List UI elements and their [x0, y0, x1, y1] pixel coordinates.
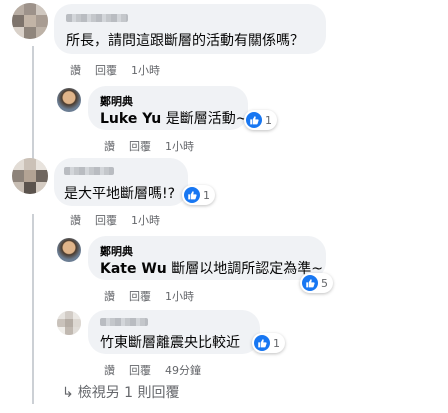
reply-link[interactable]: 回覆	[129, 364, 151, 377]
mention-tag[interactable]: Kate Wu	[100, 261, 167, 277]
view-more-label: 檢視另 1 則回覆	[77, 385, 180, 401]
view-more-replies-link[interactable]: ↳ 檢視另 1 則回覆	[62, 382, 180, 402]
comment-actions: 讚 回覆 1小時	[104, 288, 194, 304]
timestamp[interactable]: 1小時	[131, 64, 160, 77]
author-name-blurred[interactable]	[64, 167, 114, 175]
reaction-count[interactable]: 5	[300, 273, 333, 293]
comment-actions: 讚 回覆 1小時	[70, 62, 160, 78]
reply-arrow-icon: ↳	[62, 385, 74, 401]
timestamp[interactable]: 1小時	[165, 140, 194, 153]
comment-actions: 讚 回覆 1小時	[104, 138, 194, 154]
reply-bubble: 竹東斷層離震央比較近	[88, 310, 260, 354]
author-name[interactable]: 鄭明典	[100, 243, 133, 259]
comment-actions: 讚 回覆 1小時	[70, 212, 160, 228]
thread-line-1	[32, 46, 34, 164]
comment-text: 所長，請問這跟斷層的活動有關係嗎？	[66, 33, 304, 49]
like-link[interactable]: 讚	[104, 140, 115, 153]
like-link[interactable]: 讚	[70, 64, 81, 77]
avatar[interactable]	[57, 238, 81, 262]
comment-body: 斷層以地調所認定為準~	[166, 261, 323, 277]
comment-text: 是大平地斷層嗎!?	[64, 186, 176, 202]
avatar[interactable]	[57, 88, 81, 112]
like-icon	[254, 335, 270, 351]
reaction-count[interactable]: 1	[252, 333, 285, 353]
timestamp[interactable]: 1小時	[131, 214, 160, 227]
reaction-count[interactable]: 1	[182, 185, 215, 205]
reply-link[interactable]: 回覆	[129, 290, 151, 303]
comment-actions: 讚 回覆 49分鐘	[104, 362, 201, 378]
comment-text: 竹東斷層離震央比較近	[100, 335, 240, 351]
reply-link[interactable]: 回覆	[129, 140, 151, 153]
reply-link[interactable]: 回覆	[95, 64, 117, 77]
comment-bubble: 是大平地斷層嗎!?	[54, 158, 188, 206]
reaction-count[interactable]: 1	[244, 110, 277, 130]
reply-link[interactable]: 回覆	[95, 214, 117, 227]
reply-bubble: 鄭明典 Kate Wu 斷層以地調所認定為準~	[88, 236, 326, 280]
timestamp[interactable]: 49分鐘	[165, 364, 201, 377]
like-link[interactable]: 讚	[104, 364, 115, 377]
timestamp[interactable]: 1小時	[165, 290, 194, 303]
like-icon	[246, 112, 262, 128]
like-link[interactable]: 讚	[104, 290, 115, 303]
author-name-blurred[interactable]	[66, 14, 128, 22]
like-icon	[302, 275, 318, 291]
avatar[interactable]	[57, 311, 81, 335]
thread-line-2	[32, 214, 34, 404]
mention-tag[interactable]: Luke Yu	[100, 111, 161, 127]
author-name[interactable]: 鄭明典	[100, 93, 133, 109]
author-name-blurred[interactable]	[100, 318, 148, 326]
like-link[interactable]: 讚	[70, 214, 81, 227]
comment-text: Luke Yu 是斷層活動~	[100, 108, 247, 128]
avatar[interactable]	[12, 3, 48, 39]
comment-text: Kate Wu 斷層以地調所認定為準~	[100, 258, 323, 278]
like-icon	[184, 187, 200, 203]
comment-bubble: 所長，請問這跟斷層的活動有關係嗎？	[54, 4, 326, 54]
comment-body: 是斷層活動~	[161, 111, 248, 127]
reply-bubble: 鄭明典 Luke Yu 是斷層活動~	[88, 86, 248, 130]
avatar[interactable]	[12, 158, 48, 194]
